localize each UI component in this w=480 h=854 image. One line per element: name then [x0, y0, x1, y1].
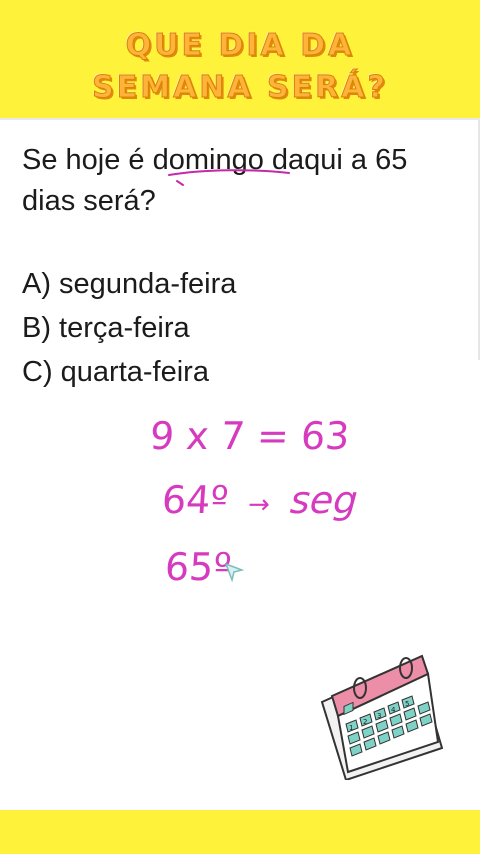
option-b[interactable]: B) terça-feira: [22, 312, 190, 345]
day-64-number: 64º: [160, 478, 230, 522]
day-64-weekday: seg: [288, 478, 360, 522]
calendar-day-3: 3: [377, 712, 381, 720]
divider: [0, 118, 480, 120]
calendar-day-2: 2: [363, 718, 367, 726]
banner-title-line-2: SEMANA SERÁ?: [92, 70, 388, 106]
banner-title-line-1: QUE DIA DA: [125, 28, 355, 64]
arrow-icon: →: [246, 490, 271, 520]
handwritten-day-64: 64º → seg: [160, 478, 359, 522]
option-a[interactable]: A) segunda-feira: [22, 268, 236, 301]
handwritten-equation: 9 x 7 = 63: [148, 414, 351, 458]
calendar-icon: 1 2 3 4 5: [320, 654, 443, 780]
bottom-banner: [0, 810, 480, 854]
calendar-day-5: 5: [405, 700, 409, 708]
handwritten-day-65: 65º: [163, 545, 233, 589]
calendar-day-1: 1: [349, 724, 353, 732]
title-banner: QUE DIA DA SEMANA SERÁ?: [0, 0, 480, 118]
handwritten-underline: [168, 169, 290, 186]
cursor-icon: [224, 562, 244, 582]
calendar-day-4: 4: [391, 706, 396, 714]
option-c[interactable]: C) quarta-feira: [22, 356, 209, 389]
